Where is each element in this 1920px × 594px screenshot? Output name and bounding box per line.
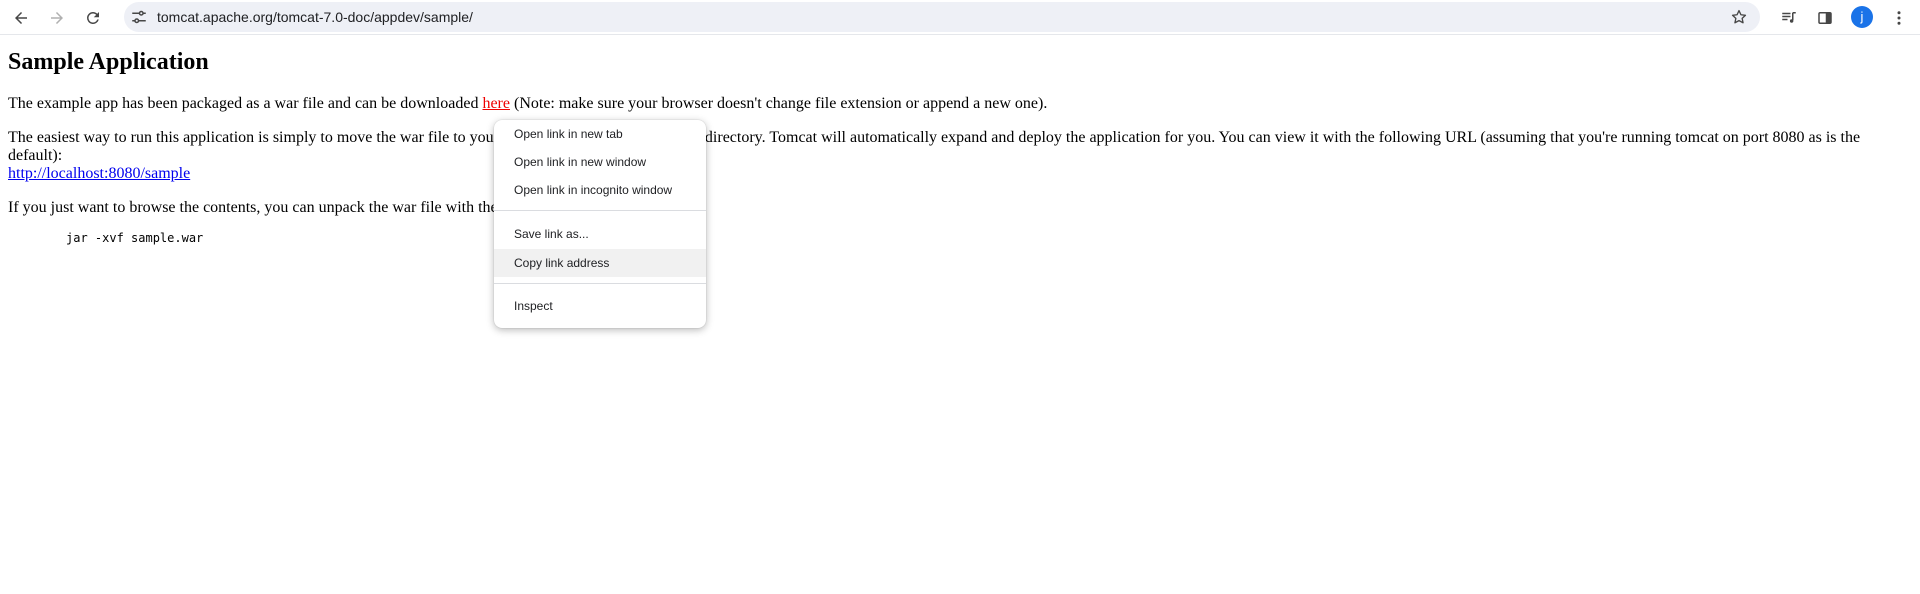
profile-avatar[interactable]: j	[1851, 6, 1873, 28]
media-controls-button[interactable]	[1776, 5, 1802, 31]
localhost-sample-link[interactable]: http://localhost:8080/sample	[8, 165, 190, 182]
page-title: Sample Application	[8, 49, 209, 75]
paragraph-text: If you just want to browse the contents,…	[8, 199, 498, 216]
menu-item-open-new-tab[interactable]: Open link in new tab	[494, 120, 706, 148]
more-menu-icon	[1897, 11, 1901, 25]
reload-button[interactable]	[80, 5, 106, 31]
menu-separator	[494, 210, 706, 211]
page-content: Sample Application The example app has b…	[8, 34, 1912, 245]
reload-icon	[86, 11, 99, 24]
forward-button[interactable]	[44, 5, 70, 31]
address-bar[interactable]: tomcat.apache.org/tomcat-7.0-doc/appdev/…	[124, 2, 1760, 32]
menu-item-open-new-window[interactable]: Open link in new window	[494, 148, 706, 176]
run-paragraph: The easiest way to run this application …	[8, 129, 1912, 183]
side-panel-icon	[1818, 12, 1832, 24]
url-text[interactable]: tomcat.apache.org/tomcat-7.0-doc/appdev/…	[157, 2, 473, 32]
paragraph-text: The example app has been packaged as a w…	[8, 95, 483, 112]
menu-item-save-link[interactable]: Save link as...	[494, 220, 706, 248]
side-panel-button[interactable]	[1812, 5, 1838, 31]
back-icon	[15, 12, 27, 24]
forward-icon	[51, 12, 63, 24]
menu-item-copy-link-address[interactable]: Copy link address	[494, 249, 706, 277]
menu-item-inspect[interactable]: Inspect	[494, 292, 706, 320]
bookmark-star-icon[interactable]	[1730, 8, 1748, 26]
browse-paragraph: If you just want to browse the contents,…	[8, 199, 1912, 217]
menu-separator	[494, 283, 706, 284]
code-block: jar -xvf sample.war	[66, 231, 204, 245]
more-menu-button[interactable]	[1886, 5, 1912, 31]
paragraph-text: The easiest way to run this application …	[8, 129, 494, 146]
context-menu: Open link in new tab Open link in new wi…	[494, 120, 706, 328]
paragraph-text: (Note: make sure your browser doesn't ch…	[509, 95, 1048, 112]
download-paragraph: The example app has been packaged as a w…	[8, 95, 1912, 113]
site-settings-icon[interactable]	[130, 8, 148, 26]
back-button[interactable]	[8, 5, 34, 31]
download-war-link[interactable]: here	[482, 95, 510, 112]
browser-toolbar: tomcat.apache.org/tomcat-7.0-doc/appdev/…	[0, 0, 1920, 35]
menu-item-open-incognito[interactable]: Open link in incognito window	[494, 176, 706, 204]
media-controls-icon	[1782, 12, 1796, 23]
